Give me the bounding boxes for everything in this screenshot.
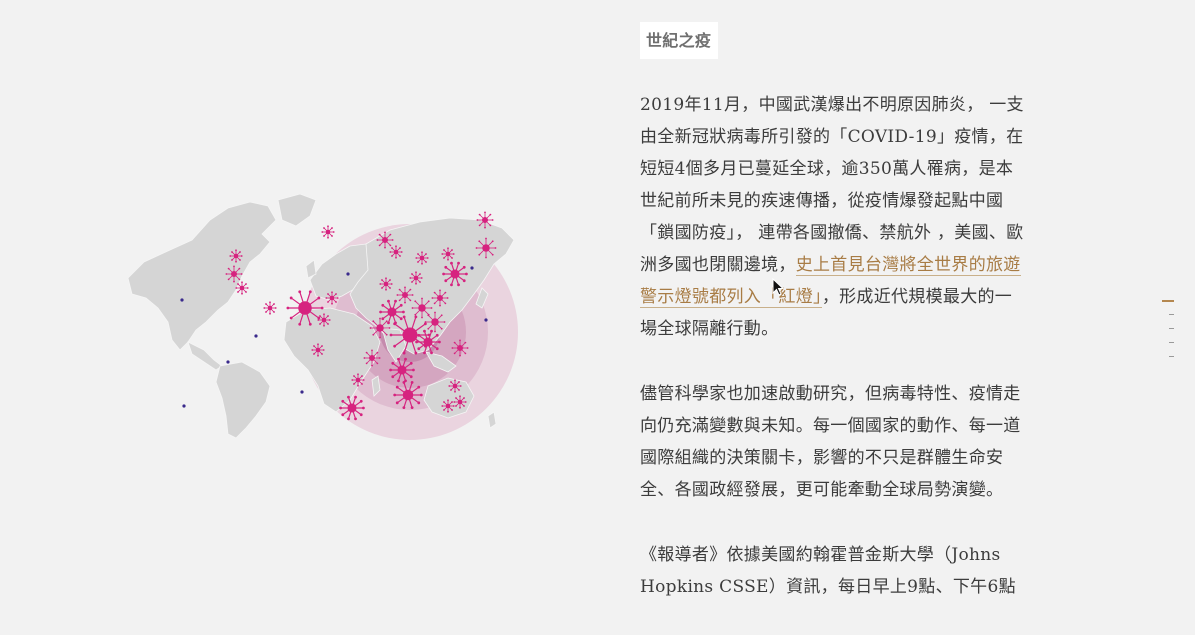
virus-icon [311,343,325,357]
mouse-pointer-icon [772,278,785,296]
virus-icon [409,271,423,285]
virus-icon [424,311,446,333]
virus-icon [376,231,394,249]
section-progress-nav [1160,298,1176,362]
nav-tick-5[interactable] [1169,356,1174,357]
article-paragraph-3: 《報導者》依據美國約翰霍普金斯大學（Johns Hopkins CSSE）資訊，… [640,545,1016,597]
case-dot [180,298,184,302]
virus-icon [351,373,365,387]
virus-icon [325,291,339,305]
virus-icon [225,265,243,283]
case-dot [346,272,350,276]
land-masses [127,193,515,439]
nav-tick-4[interactable] [1169,342,1174,343]
virus-icon [441,247,455,261]
page: 世紀之疫 2019年11月，中國武漢爆出不明原因肺炎， 一支由全新冠狀病毒所引發… [0,0,1195,635]
virus-icon [369,317,391,339]
virus-icon [363,349,381,367]
paragraph-1-text: 2019年11月，中國武漢爆出不明原因肺炎， 一支由全新冠狀病毒所引發的「COV… [640,95,1024,275]
nav-tick-3[interactable] [1169,328,1174,329]
nav-tick-1[interactable] [1162,300,1174,302]
case-dot [484,318,488,322]
virus-icon [317,313,331,327]
section-title: 世紀之疫 [640,22,719,59]
virus-icon [229,249,243,263]
virus-icon [431,289,449,307]
virus-icon [321,225,335,239]
article-paragraph-1: 2019年11月，中國武漢爆出不明原因肺炎， 一支由全新冠狀病毒所引發的「COV… [640,89,1024,345]
world-map-svg [127,193,518,440]
virus-icon [441,399,455,413]
article-body: 世紀之疫 2019年11月，中國武漢爆出不明原因肺炎， 一支由全新冠狀病毒所引發… [640,22,1024,603]
world-map-illustration [110,190,530,450]
land-north-america [127,201,277,351]
case-dot [470,266,474,270]
virus-icon [235,281,249,295]
virus-icon [415,251,429,265]
case-dot [300,390,304,394]
article-paragraph-2: 儘管科學家也加速啟動研究，但病毒特性、疫情走向仍充滿變數與未知。每一個國家的動作… [640,384,1021,500]
virus-icon [263,301,277,315]
case-dot [254,334,258,338]
virus-icon [453,395,467,409]
virus-icon [475,237,497,259]
land-central-america [187,341,223,371]
virus-icon [448,379,462,393]
land-new-zealand [487,411,497,429]
land-greenland [277,193,317,227]
virus-icon [396,286,414,304]
virus-icon [379,277,393,291]
nav-tick-2[interactable] [1169,314,1174,315]
virus-icon [411,297,433,319]
land-south-america [215,361,271,439]
virus-icon [451,339,469,357]
case-dot [226,360,230,364]
virus-icon [389,245,403,259]
virus-icon [476,211,494,229]
case-dot [182,404,186,408]
